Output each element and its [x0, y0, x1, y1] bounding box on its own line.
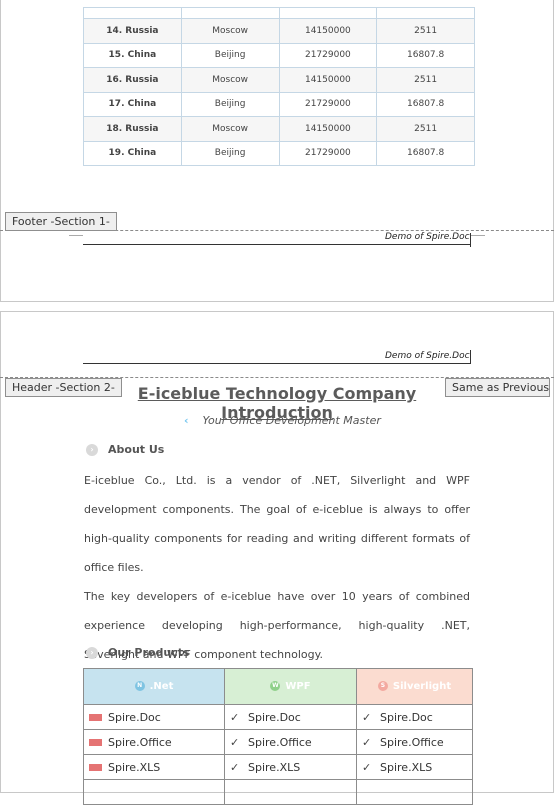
header-silverlight: S Silverlight — [356, 668, 473, 705]
table-row: 15. China Beijing 21729000 16807.8 — [83, 42, 475, 68]
chevron-right-icon: › — [86, 444, 98, 456]
table-cell: 21729000 — [278, 91, 378, 117]
table-row: 17. China Beijing 21729000 16807.8 — [83, 91, 475, 117]
footer-section-tab[interactable]: Footer -Section 1- — [5, 212, 117, 231]
wpf-icon: W — [270, 681, 281, 691]
header-rule — [83, 363, 471, 364]
table-cell: 21729000 — [278, 140, 378, 166]
table-cell: Beijing — [180, 140, 280, 166]
footer-text[interactable]: Demo of Spire.Doc — [385, 232, 470, 242]
about-paragraph-1: E-iceblue Co., Ltd. is a vendor of .NET,… — [84, 474, 470, 574]
table-cell: 2511 — [376, 18, 475, 44]
table-cell: 16. Russia — [83, 67, 182, 93]
header-net: N .Net — [83, 668, 225, 705]
table-cell: 2511 — [376, 116, 475, 142]
check-icon: ✓ — [362, 735, 372, 749]
table-cell: 16807.8 — [376, 140, 475, 166]
document-subtitle: ‹ Your Office Development Master — [184, 414, 404, 427]
footer-rule — [83, 244, 471, 245]
about-heading: › About Us — [86, 443, 164, 456]
same-as-previous-button[interactable]: Same as Previous — [445, 378, 550, 397]
text-cursor — [470, 233, 471, 247]
net-icon: N — [134, 681, 145, 691]
about-heading-text: About Us — [108, 443, 165, 456]
badge-icon — [89, 764, 102, 771]
check-icon: ✓ — [230, 760, 240, 774]
check-icon: ✓ — [230, 710, 240, 724]
table-cell: Beijing — [180, 91, 280, 117]
badge-icon — [89, 739, 102, 746]
margin-corner — [69, 235, 83, 244]
margin-corner — [471, 235, 485, 244]
products-heading-text: Our Products — [108, 646, 190, 659]
table-cell: 14150000 — [278, 18, 378, 44]
table-cell: Beijing — [180, 42, 280, 68]
table-cell: 18. Russia — [83, 116, 182, 142]
table-cell: Moscow — [180, 116, 280, 142]
products-table: N .Net W WPF S Silverlight Spire.Doc ✓ Spire… — [83, 668, 473, 805]
data-table: 14. Russia Moscow 14150000 2511 15. Chin… — [83, 7, 475, 166]
table-row: 18. Russia Moscow 14150000 2511 — [83, 116, 475, 142]
table-row: Spire.Office ✓ Spire.Office ✓ Spire.Office — [83, 729, 473, 755]
table-cell: Moscow — [180, 67, 280, 93]
table-row: Spire.Doc ✓ Spire.Doc ✓ Spire.Doc — [83, 704, 473, 730]
header-text[interactable]: Demo of Spire.Doc — [385, 351, 470, 361]
table-cell: 15. China — [83, 42, 182, 68]
table-row: Spire.XLS ✓ Spire.XLS ✓ Spire.XLS — [83, 754, 473, 780]
table-row: 16. Russia Moscow 14150000 2511 — [83, 67, 475, 93]
products-heading: › Our Products — [86, 646, 190, 659]
table-cell: 17. China — [83, 91, 182, 117]
table-cell: 16807.8 — [376, 42, 475, 68]
table-cell: 14150000 — [278, 116, 378, 142]
subtitle-marker-icon: ‹ — [184, 414, 189, 427]
chevron-right-icon: › — [86, 647, 98, 659]
about-body: E-iceblue Co., Ltd. is a vendor of .NET,… — [84, 466, 470, 669]
text-cursor — [470, 350, 471, 364]
silverlight-icon: S — [377, 681, 388, 691]
check-icon: ✓ — [362, 710, 372, 724]
table-header-row: N .Net W WPF S Silverlight — [83, 668, 473, 705]
table-cell: 2511 — [376, 67, 475, 93]
header-section-tab[interactable]: Header -Section 2- — [5, 378, 122, 397]
table-cell: 14. Russia — [83, 18, 182, 44]
table-cell: 21729000 — [278, 42, 378, 68]
table-row — [83, 7, 475, 19]
table-row: 14. Russia Moscow 14150000 2511 — [83, 18, 475, 44]
badge-icon — [89, 714, 102, 721]
check-icon: ✓ — [230, 735, 240, 749]
table-row — [83, 779, 473, 805]
table-cell: 16807.8 — [376, 91, 475, 117]
check-icon: ✓ — [362, 760, 372, 774]
table-cell: 14150000 — [278, 67, 378, 93]
table-row: 19. China Beijing 21729000 16807.8 — [83, 140, 475, 166]
table-cell: 19. China — [83, 140, 182, 166]
subtitle-text: Your Office Development Master — [202, 414, 381, 427]
header-wpf: W WPF — [224, 668, 357, 705]
table-cell: Moscow — [180, 18, 280, 44]
